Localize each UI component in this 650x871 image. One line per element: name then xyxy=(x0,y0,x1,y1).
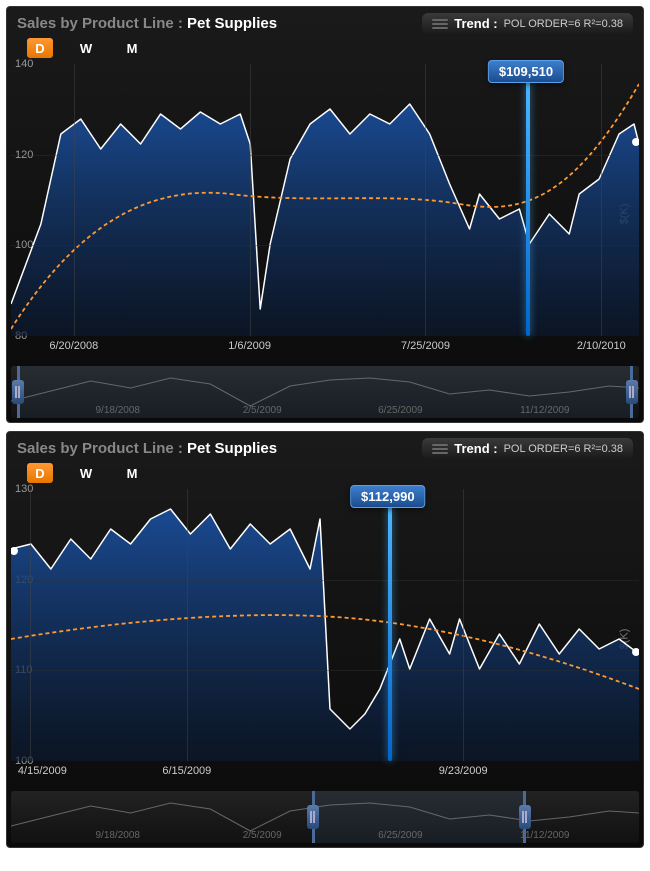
scrub-tick: 6/25/2009 xyxy=(378,405,423,416)
period-selector: D W M xyxy=(7,459,643,489)
scrubber-handle-right[interactable] xyxy=(626,380,638,404)
title-prefix: Sales by Product Line : xyxy=(17,15,187,32)
trend-text: POL ORDER=6 R²=0.38 xyxy=(504,18,623,30)
cursor-tooltip: $112,990 xyxy=(350,485,426,508)
range-scrubber[interactable]: 9/18/2008 2/5/2009 6/25/2009 11/12/2009 xyxy=(11,791,639,843)
x-tick: 6/20/2008 xyxy=(49,340,98,352)
scrub-tick: 11/12/2009 xyxy=(520,405,569,416)
scrubber-handle-left[interactable] xyxy=(307,805,319,829)
chart-panel-1: Sales by Product Line : Pet Supplies Tre… xyxy=(6,6,644,423)
scrubber-handle-left[interactable] xyxy=(12,380,24,404)
title-value: Pet Supplies xyxy=(187,15,277,32)
scrub-tick: 11/12/2009 xyxy=(520,830,569,841)
scrub-tick: 9/18/2008 xyxy=(96,405,141,416)
title-prefix: Sales by Product Line : xyxy=(17,440,187,457)
chart-title: Sales by Product Line : Pet Supplies xyxy=(17,440,277,457)
trend-box[interactable]: Trend : POL ORDER=6 R²=0.38 xyxy=(422,438,633,459)
x-axis: 6/20/2008 1/6/2009 7/25/2009 2/10/2010 xyxy=(11,340,639,362)
cursor-line[interactable] xyxy=(388,501,392,761)
title-value: Pet Supplies xyxy=(187,440,277,457)
x-axis: 4/15/2009 6/15/2009 9/23/2009 xyxy=(11,765,639,787)
trend-text: POL ORDER=6 R²=0.38 xyxy=(504,443,623,455)
x-tick: 6/15/2009 xyxy=(162,765,211,777)
scrub-tick: 9/18/2008 xyxy=(96,830,141,841)
x-tick: 1/6/2009 xyxy=(228,340,271,352)
trend-box[interactable]: Trend : POL ORDER=6 R²=0.38 xyxy=(422,13,633,34)
scrub-tick: 6/25/2009 xyxy=(378,830,423,841)
x-tick: 9/23/2009 xyxy=(439,765,488,777)
x-tick: 4/15/2009 xyxy=(18,765,67,777)
menu-icon xyxy=(432,17,448,31)
cursor-tooltip: $109,510 xyxy=(488,60,564,83)
scrub-tick: 2/5/2009 xyxy=(243,830,282,841)
period-month-button[interactable]: M xyxy=(119,463,145,483)
trend-label: Trend : xyxy=(454,441,497,456)
x-tick: 7/25/2009 xyxy=(401,340,450,352)
period-week-button[interactable]: W xyxy=(73,38,99,58)
chart-plot-area[interactable]: 100 110 120 130 $(K) $112,990 4/15/2009 xyxy=(11,489,639,789)
range-scrubber[interactable]: 9/18/2008 2/5/2009 6/25/2009 11/12/2009 xyxy=(11,366,639,418)
chart-plot-area[interactable]: 80 100 120 140 $(K) xyxy=(11,64,639,364)
scrub-tick: 2/5/2009 xyxy=(243,405,282,416)
x-tick: 2/10/2010 xyxy=(577,340,626,352)
chart-title: Sales by Product Line : Pet Supplies xyxy=(17,15,277,32)
panel-header: Sales by Product Line : Pet Supplies Tre… xyxy=(7,432,643,459)
period-day-button[interactable]: D xyxy=(27,463,53,483)
cursor-line[interactable] xyxy=(526,76,530,336)
period-month-button[interactable]: M xyxy=(119,38,145,58)
menu-icon xyxy=(432,442,448,456)
chart-svg xyxy=(11,64,639,336)
chart-panel-2: Sales by Product Line : Pet Supplies Tre… xyxy=(6,431,644,848)
period-week-button[interactable]: W xyxy=(73,463,99,483)
chart-svg xyxy=(11,489,639,761)
trend-label: Trend : xyxy=(454,16,497,31)
scrubber-handle-right[interactable] xyxy=(519,805,531,829)
panel-header: Sales by Product Line : Pet Supplies Tre… xyxy=(7,7,643,34)
period-day-button[interactable]: D xyxy=(27,38,53,58)
